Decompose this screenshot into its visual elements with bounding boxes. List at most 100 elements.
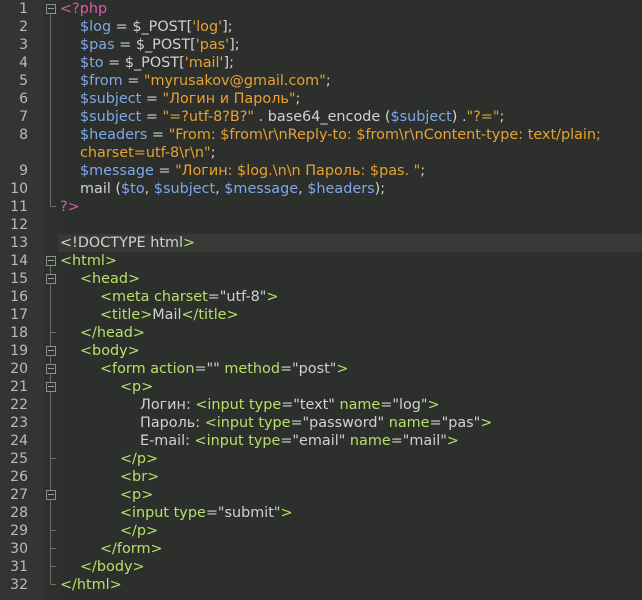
code-line[interactable]: charset=utf-8\r\n";: [58, 144, 642, 162]
fold-gutter: [44, 0, 58, 600]
code-line[interactable]: <p>: [58, 486, 642, 504]
fold-end-marker: [50, 584, 56, 585]
code-line[interactable]: <body>: [58, 342, 642, 360]
code-token: ) .: [451, 109, 467, 125]
line-number: 1: [19, 1, 28, 17]
code-token: <input: [195, 397, 245, 413]
code-token: . base64_encode (: [254, 109, 391, 125]
code-token: <body>: [80, 343, 140, 359]
fold-end-marker: [50, 566, 56, 567]
code-token: ="post": [279, 361, 337, 377]
code-token: "Логин: $log.\n\n Пароль: $pas. ": [175, 163, 421, 179]
code-token: >: [446, 433, 459, 449]
code-token: =: [111, 19, 133, 35]
fold-guide: [50, 392, 51, 458]
code-line[interactable]: E-mail: <input type="email" name="mail">: [58, 432, 642, 450]
code-line[interactable]: [58, 216, 642, 234]
line-number: 12: [10, 217, 28, 233]
code-token: charset: [153, 289, 208, 305]
code-line[interactable]: <br>: [58, 468, 642, 486]
code-line[interactable]: <head>: [58, 270, 642, 288]
code-line[interactable]: mail ($to, $subject, $message, $headers)…: [58, 180, 642, 198]
line-number: 32: [10, 577, 28, 593]
code-line[interactable]: <!DOCTYPE html>: [58, 234, 642, 252]
code-line[interactable]: </p>: [58, 450, 642, 468]
fold-toggle-icon[interactable]: [46, 382, 56, 392]
code-token: >: [336, 361, 349, 377]
fold-toggle-icon[interactable]: [46, 346, 56, 356]
code-line[interactable]: <p>: [58, 378, 642, 396]
code-line[interactable]: Пароль: <input type="password" name="pas…: [58, 414, 642, 432]
code-token: =: [153, 163, 176, 179]
code-line[interactable]: $subject = "Логин и Пароль";: [58, 90, 642, 108]
code-token: $headers: [307, 181, 375, 197]
line-number: 27: [10, 487, 28, 503]
code-token: ?>: [60, 199, 80, 215]
code-token: $message: [224, 181, 299, 197]
code-area[interactable]: <?php $log = $_POST['log']; $pas = $_POST[…: [58, 0, 642, 600]
fold-toggle-icon[interactable]: [46, 364, 56, 374]
code-line[interactable]: </html>: [58, 576, 642, 594]
code-line[interactable]: <html>: [58, 252, 642, 270]
code-line[interactable]: </form>: [58, 540, 642, 558]
code-line[interactable]: Логин: <input type="text" name="log">: [58, 396, 642, 414]
code-token: =: [147, 127, 169, 143]
fold-toggle-icon[interactable]: [46, 490, 56, 500]
code-line[interactable]: <title>Mail</title>: [58, 306, 642, 324]
code-token: "=?utf-8?B?": [162, 109, 255, 125]
line-number: 16: [10, 289, 28, 305]
line-number: 26: [10, 469, 28, 485]
code-token: type: [258, 415, 291, 431]
code-token: ="": [194, 361, 225, 377]
fold-toggle-icon[interactable]: [46, 274, 56, 284]
line-number: 22: [10, 397, 28, 413]
code-token: =: [122, 73, 144, 89]
fold-guide: [50, 284, 51, 332]
line-number: 23: [10, 415, 28, 431]
code-line[interactable]: $to = $_POST['mail'];: [58, 54, 642, 72]
code-line[interactable]: $from = "myrusakov@gmail.com";: [58, 72, 642, 90]
code-token: name: [388, 415, 430, 431]
line-number: 30: [10, 541, 28, 557]
code-token: "Логин и Пароль": [162, 91, 296, 107]
code-token: <?php: [60, 1, 108, 17]
code-token: "myrusakov@gmail.com": [143, 73, 326, 89]
code-token: <html>: [60, 253, 117, 269]
code-line[interactable]: <form action="" method="post">: [58, 360, 642, 378]
code-token: <meta: [100, 289, 150, 305]
code-line[interactable]: </p>: [58, 522, 642, 540]
code-line[interactable]: </body>: [58, 558, 642, 576]
code-line[interactable]: <?php: [58, 0, 642, 18]
code-line[interactable]: </head>: [58, 324, 642, 342]
code-token: ="email": [280, 433, 350, 449]
fold-toggle-icon[interactable]: [46, 4, 56, 14]
code-token: $subject: [80, 109, 142, 125]
code-line[interactable]: $pas = $_POST['pas'];: [58, 36, 642, 54]
code-token: <input: [120, 505, 170, 521]
code-token: method: [224, 361, 280, 377]
code-token: ;: [210, 145, 216, 161]
line-number: 5: [19, 73, 28, 89]
code-token: <head>: [80, 271, 141, 287]
code-line[interactable]: <meta charset="utf-8">: [58, 288, 642, 306]
code-token: =: [103, 55, 125, 71]
code-line[interactable]: ?>: [58, 198, 642, 216]
code-token: =: [114, 37, 136, 53]
code-token: =: [141, 91, 163, 107]
line-number: 7: [19, 109, 28, 125]
code-token: <input: [204, 415, 254, 431]
code-line[interactable]: $log = $_POST['log'];: [58, 18, 642, 36]
code-line[interactable]: $subject = "=?utf-8?B?" . base64_encode …: [58, 108, 642, 126]
code-line[interactable]: $message = "Логин: $log.\n\n Пароль: $pa…: [58, 162, 642, 180]
code-token: </p>: [120, 523, 159, 539]
code-token: $_POST[: [132, 19, 193, 35]
code-token: type: [249, 397, 282, 413]
line-number: 29: [10, 523, 28, 539]
code-editor[interactable]: 1 2 3 4 5 6 7 8 9 10 11 12 13 14 15 16 17 18 19 20 21 22 23 24 2…: [0, 0, 642, 600]
line-number: 14: [10, 253, 28, 269]
code-token: <p>: [120, 487, 154, 503]
code-line[interactable]: <input type="submit">: [58, 504, 642, 522]
code-line[interactable]: $headers = "From: $from\r\nReply-to: $fr…: [58, 126, 642, 144]
code-token: );: [374, 181, 386, 197]
fold-toggle-icon[interactable]: [46, 256, 56, 266]
